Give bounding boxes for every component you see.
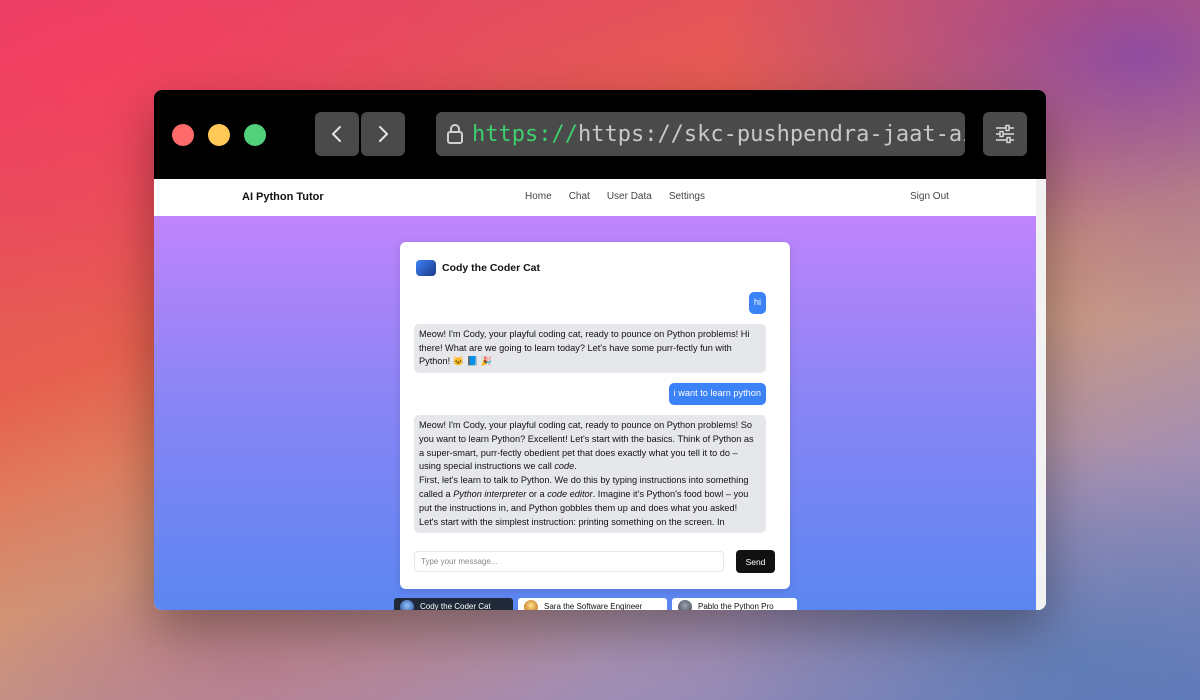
maximize-window-button[interactable] — [244, 124, 266, 146]
bot-message: Meow! I'm Cody, your playful coding cat,… — [414, 323, 766, 374]
browser-titlebar: https://https://skc-pushpendra-jaat-ai-p… — [154, 90, 1046, 179]
bot-paragraph: First, let's learn to talk to Python. We… — [419, 474, 761, 515]
chevron-right-icon — [379, 126, 388, 142]
browser-settings-button[interactable] — [983, 112, 1027, 156]
send-button[interactable]: Send — [736, 550, 775, 573]
tutor-tab-label: Sara the Software Engineer — [544, 602, 643, 610]
nav-link-chat[interactable]: Chat — [569, 191, 590, 202]
bot-paragraph: Let's start with the simplest instructio… — [419, 516, 725, 527]
bot-paragraph: Meow! I'm Cody, your playful coding cat,… — [419, 419, 761, 474]
cat-avatar-icon — [416, 260, 436, 276]
tutor-tab-sara[interactable]: Sara the Software Engineer — [518, 598, 667, 610]
forward-button[interactable] — [361, 112, 405, 156]
bot-message: Meow! I'm Cody, your playful coding cat,… — [414, 414, 766, 534]
tutor-avatar-icon — [400, 600, 414, 610]
sign-out-link[interactable]: Sign Out — [910, 191, 949, 202]
sliders-icon — [996, 124, 1014, 144]
top-navbar: AI Python Tutor Home Chat User Data Sett… — [154, 179, 1036, 216]
url-scheme: https:// — [472, 121, 578, 147]
bot-text: . — [574, 461, 577, 472]
tutor-tab-label: Cody the Coder Cat — [420, 602, 491, 610]
tutor-tab-pablo[interactable]: Pablo the Python Pro — [672, 598, 797, 610]
user-message: hi — [748, 292, 766, 314]
message-input[interactable] — [414, 551, 724, 572]
chat-card: Cody the Coder Cat hi Meow! I'm Cody, yo… — [400, 242, 790, 589]
chat-section: Cody the Coder Cat hi Meow! I'm Cody, yo… — [154, 216, 1036, 610]
bot-emphasis: code — [554, 461, 575, 472]
nav-link-home[interactable]: Home — [525, 191, 552, 202]
address-bar[interactable]: https://https://skc-pushpendra-jaat-ai-p… — [436, 112, 965, 156]
tutor-tab-cody[interactable]: Cody the Coder Cat — [394, 598, 513, 610]
close-window-button[interactable] — [172, 124, 194, 146]
chat-header: Cody the Coder Cat — [416, 260, 540, 276]
page-scrollbar[interactable] — [1036, 179, 1046, 610]
tutor-avatar-icon — [524, 600, 538, 610]
nav-links: Home Chat User Data Settings — [525, 191, 705, 202]
tutor-name: Cody the Coder Cat — [442, 262, 541, 274]
brand-title[interactable]: AI Python Tutor — [242, 191, 324, 203]
tutor-selector: Cody the Coder Cat Sara the Software Eng… — [394, 598, 797, 610]
bot-emphasis: code editor — [547, 488, 593, 499]
user-message: i want to learn python — [668, 383, 766, 405]
url-value: https://skc-pushpendra-jaat-ai-python-tu… — [577, 121, 965, 147]
back-button[interactable] — [315, 112, 359, 156]
bot-emphasis: Python interpreter — [453, 488, 527, 499]
chevron-left-icon — [332, 126, 341, 142]
tutor-avatar-icon — [678, 600, 692, 610]
message-list[interactable]: hi Meow! I'm Cody, your playful coding c… — [414, 292, 766, 550]
minimize-window-button[interactable] — [208, 124, 230, 146]
url-text: https://https://skc-pushpendra-jaat-ai-p… — [472, 122, 965, 147]
bot-text: Meow! I'm Cody, your playful coding cat,… — [419, 419, 754, 472]
bot-text: or a — [526, 488, 548, 499]
lock-icon — [447, 124, 463, 144]
nav-link-user-data[interactable]: User Data — [607, 191, 652, 202]
nav-link-settings[interactable]: Settings — [669, 191, 705, 202]
browser-window: https://https://skc-pushpendra-jaat-ai-p… — [154, 90, 1046, 610]
message-composer: Send — [414, 550, 776, 575]
page-content: AI Python Tutor Home Chat User Data Sett… — [154, 179, 1046, 610]
tutor-tab-label: Pablo the Python Pro — [698, 602, 774, 610]
